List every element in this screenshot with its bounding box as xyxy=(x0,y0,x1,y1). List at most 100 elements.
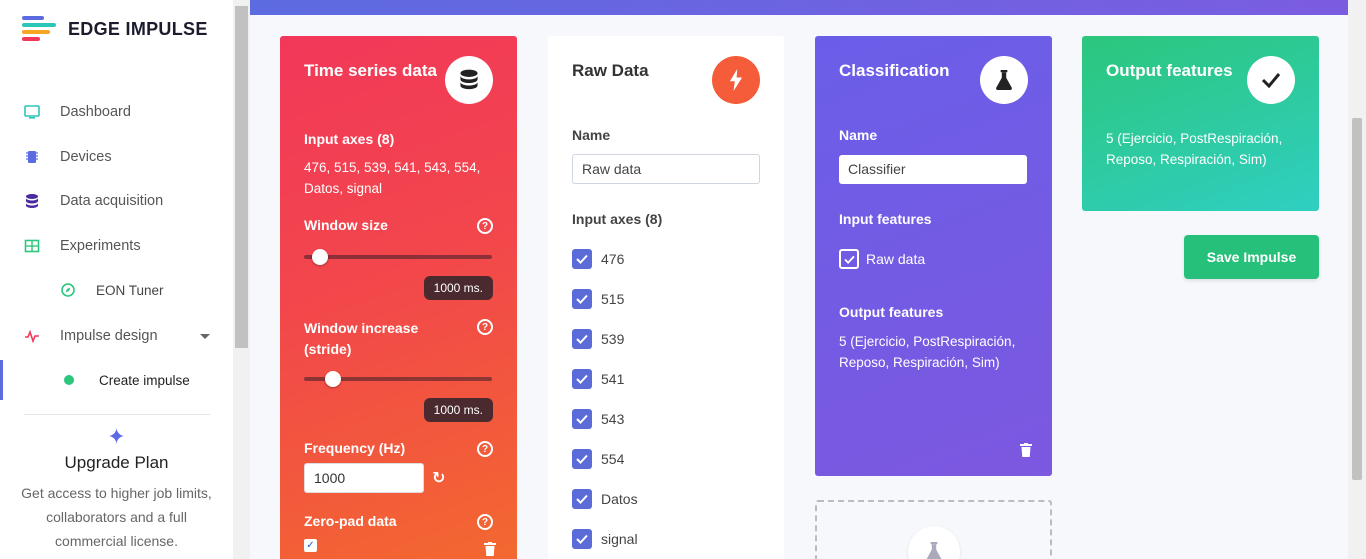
axis-label: 476 xyxy=(601,251,625,267)
window-increase-label: Window increase (stride) xyxy=(304,320,419,357)
edge-impulse-logo-icon xyxy=(22,16,56,42)
help-icon[interactable]: ? xyxy=(477,218,493,234)
nav-dashboard[interactable]: Dashboard xyxy=(0,92,233,132)
divider xyxy=(24,414,210,415)
checkbox-checked-icon[interactable] xyxy=(572,329,592,349)
checkmark-icon xyxy=(1247,56,1295,104)
trash-icon[interactable] xyxy=(1020,443,1032,457)
name-label: Name xyxy=(572,127,611,143)
nav-impulse-design[interactable]: Impulse design xyxy=(0,316,233,356)
raw-data-card: Raw Data Name Raw data Input axes (8) 47… xyxy=(548,36,784,559)
output-features-value: 5 (Ejercicio, PostRespiración, Reposo, R… xyxy=(839,334,1016,370)
upgrade-panel: ✦ Upgrade Plan Get access to higher job … xyxy=(0,424,233,553)
header-banner xyxy=(250,0,1348,15)
axis-label: 539 xyxy=(601,331,625,347)
name-label: Name xyxy=(839,127,878,143)
card-title: Output features xyxy=(1106,61,1233,80)
nav-label: Experiments xyxy=(60,238,141,254)
monitor-icon xyxy=(24,105,40,119)
nav-label: Create impulse xyxy=(99,372,190,388)
nav-create-impulse[interactable]: Create impulse xyxy=(0,360,233,400)
input-axes-label: Input axes (8) xyxy=(304,131,395,147)
classifier-name-input[interactable]: Classifier xyxy=(839,155,1027,184)
checkbox-checked-icon[interactable] xyxy=(572,249,592,269)
chip-icon xyxy=(26,151,38,163)
axis-checkbox-row[interactable]: 541 xyxy=(572,369,624,389)
window-size-label: Window size xyxy=(304,217,388,233)
nav-data-acquisition[interactable]: Data acquisition xyxy=(0,181,233,221)
help-icon[interactable]: ? xyxy=(477,514,493,530)
axis-checkbox-row[interactable]: 476 xyxy=(572,249,624,269)
card-title: Raw Data xyxy=(572,61,649,80)
scrollbar-thumb[interactable] xyxy=(1352,118,1362,480)
axis-label: Datos xyxy=(601,491,638,507)
sparkle-icon: ✦ xyxy=(107,424,126,449)
classification-card: Classification Name Classifier Input fea… xyxy=(815,36,1052,476)
scrollbar-thumb[interactable] xyxy=(235,6,248,348)
axis-label: signal xyxy=(601,531,638,547)
upgrade-title[interactable]: Upgrade Plan xyxy=(0,453,233,473)
axis-checkbox-row[interactable]: 539 xyxy=(572,329,624,349)
window-size-value: 1000 ms. xyxy=(423,276,493,300)
time-series-card: Time series data Input axes (8) 476, 515… xyxy=(280,36,517,559)
nav-label: Dashboard xyxy=(60,104,131,120)
sidebar-scrollbar[interactable] xyxy=(233,0,250,559)
slider-knob[interactable] xyxy=(311,249,328,265)
checkbox-checked-icon[interactable] xyxy=(572,369,592,389)
axis-checkbox-row[interactable]: 554 xyxy=(572,449,624,469)
input-axes-value: 476, 515, 539, 541, 543, 554, Datos, sig… xyxy=(304,160,481,196)
checkbox-checked-icon[interactable] xyxy=(572,289,592,309)
window-size-slider[interactable] xyxy=(304,249,492,265)
checkbox-checked-icon[interactable] xyxy=(572,409,592,429)
pulse-icon xyxy=(25,329,39,344)
window-increase-slider[interactable] xyxy=(304,371,492,387)
checkbox-checked-icon[interactable] xyxy=(572,449,592,469)
checkbox-checked-icon[interactable] xyxy=(572,489,592,509)
axis-label: 541 xyxy=(601,371,625,387)
flask-icon xyxy=(980,56,1028,104)
dot-icon xyxy=(64,375,74,385)
checkbox-checked-icon[interactable] xyxy=(572,529,592,549)
output-features-label: Output features xyxy=(839,304,944,320)
axis-label: 554 xyxy=(601,451,625,467)
help-icon[interactable]: ? xyxy=(477,319,493,335)
checkbox-checked-icon[interactable] xyxy=(839,249,859,269)
upgrade-text: Get access to higher job limits, collabo… xyxy=(21,485,212,549)
database-icon xyxy=(445,56,493,104)
card-title: Time series data xyxy=(304,61,437,80)
nav-label: EON Tuner xyxy=(96,282,164,298)
save-impulse-button[interactable]: Save Impulse xyxy=(1184,235,1319,279)
nav-experiments[interactable]: Experiments xyxy=(0,226,233,266)
refresh-icon[interactable]: ↻ xyxy=(432,468,445,488)
nav-eon-tuner[interactable]: EON Tuner xyxy=(0,270,233,310)
trash-icon[interactable] xyxy=(484,542,496,556)
axis-checkbox-row[interactable]: 543 xyxy=(572,409,624,429)
input-feature-row[interactable]: Raw data xyxy=(839,249,925,269)
frequency-input[interactable]: 1000 xyxy=(304,463,424,493)
output-features-value: 5 (Ejercicio, PostRespiración, Reposo, R… xyxy=(1106,131,1283,167)
logo[interactable]: EDGE IMPULSE xyxy=(22,16,208,42)
table-icon xyxy=(24,239,40,253)
help-icon[interactable]: ? xyxy=(477,441,493,457)
nav-label: Devices xyxy=(60,149,112,165)
input-axes-label: Input axes (8) xyxy=(572,211,663,227)
chevron-down-icon xyxy=(200,333,210,339)
window-increase-value: 1000 ms. xyxy=(423,398,493,422)
zero-pad-label: Zero-pad data xyxy=(304,513,397,529)
slider-knob[interactable] xyxy=(324,371,341,387)
raw-name-input[interactable]: Raw data xyxy=(572,154,760,184)
main-scrollbar[interactable] xyxy=(1348,0,1366,559)
axis-label: 543 xyxy=(601,411,625,427)
nav-devices[interactable]: Devices xyxy=(0,137,233,177)
zero-pad-checkbox[interactable]: ✓ xyxy=(304,539,317,552)
axis-checkbox-row[interactable]: signal xyxy=(572,529,638,549)
add-learning-block[interactable] xyxy=(815,500,1052,559)
lightning-icon xyxy=(712,56,760,104)
compass-icon xyxy=(61,283,75,297)
nav-label: Data acquisition xyxy=(60,193,164,209)
flask-icon xyxy=(908,526,960,559)
database-icon xyxy=(26,194,38,208)
axis-checkbox-row[interactable]: Datos xyxy=(572,489,638,509)
card-title: Classification xyxy=(839,61,950,80)
axis-checkbox-row[interactable]: 515 xyxy=(572,289,624,309)
